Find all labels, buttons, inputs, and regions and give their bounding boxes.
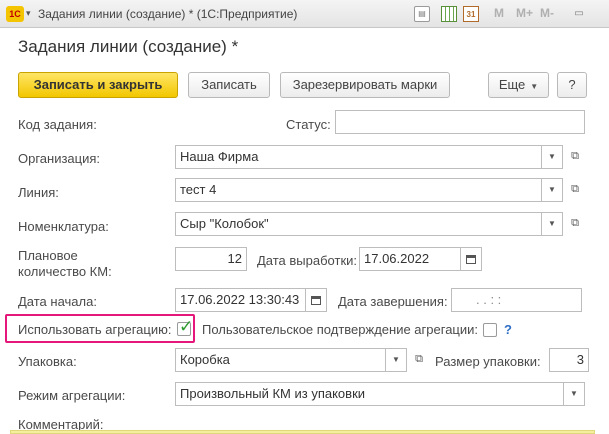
memory-plus-button[interactable]: M+ — [516, 6, 533, 20]
memory-minus-button[interactable]: M- — [540, 6, 554, 20]
user-confirm-checkbox[interactable] — [483, 323, 497, 337]
print-icon[interactable]: ▤ — [414, 6, 430, 22]
organization-dropdown-button[interactable]: ▼ — [541, 145, 563, 169]
production-date-calendar-icon[interactable] — [460, 247, 482, 271]
help-button[interactable]: ? — [557, 72, 587, 98]
memory-m-button[interactable]: M — [494, 6, 504, 20]
comment-field[interactable] — [10, 430, 595, 434]
organization-field[interactable]: Наша Фирма — [175, 145, 542, 169]
more-button-label: Еще — [498, 77, 526, 92]
window-titlebar: 1С ▾ Задания линии (создание) * (1С:Пред… — [0, 0, 609, 28]
status-label: Статус: — [286, 117, 331, 132]
use-aggregation-label: Использовать агрегацию: — [18, 322, 172, 337]
aggregation-mode-field[interactable]: Произвольный КМ из упаковки — [175, 382, 564, 406]
help-question-icon[interactable]: ? — [504, 322, 512, 337]
package-size-label: Размер упаковки: — [435, 354, 541, 369]
aggregation-mode-dropdown-button[interactable]: ▼ — [563, 382, 585, 406]
chevron-down-icon: ▼ — [530, 82, 539, 91]
line-dropdown-button[interactable]: ▼ — [541, 178, 563, 202]
planned-qty-label-line2: количество КМ: — [18, 264, 112, 279]
production-date-label: Дата выработки: — [257, 253, 358, 268]
organization-label: Организация: — [18, 151, 101, 166]
planned-qty-label-line1: Плановое — [18, 248, 78, 263]
end-date-label: Дата завершения: — [338, 294, 448, 309]
start-date-label: Дата начала: — [18, 294, 97, 309]
package-open-icon[interactable]: ⧉ — [408, 348, 430, 372]
aggregation-mode-label: Режим агрегации: — [18, 388, 126, 403]
nomenclature-open-icon[interactable]: ⧉ — [564, 212, 586, 236]
package-size-field[interactable]: 3 — [549, 348, 589, 372]
production-date-field[interactable]: 17.06.2022 — [359, 247, 462, 271]
reserve-marks-button[interactable]: Зарезервировать марки — [280, 72, 450, 98]
line-field[interactable]: тест 4 — [175, 178, 542, 202]
package-field[interactable]: Коробка — [175, 348, 386, 372]
calendar-icon[interactable]: 31 — [463, 6, 479, 22]
app-logo[interactable]: 1С — [6, 6, 24, 22]
nomenclature-label: Номенклатура: — [18, 219, 109, 234]
nomenclature-field[interactable]: Сыр "Колобок" — [175, 212, 542, 236]
nomenclature-dropdown-button[interactable]: ▼ — [541, 212, 563, 236]
save-button[interactable]: Записать — [188, 72, 270, 98]
package-label: Упаковка: — [18, 354, 77, 369]
status-field[interactable] — [335, 110, 585, 134]
spreadsheet-icon[interactable] — [441, 6, 457, 22]
line-label: Линия: — [18, 185, 59, 200]
main-menu-arrow-icon[interactable]: ▾ — [26, 8, 31, 19]
save-and-close-button[interactable]: Записать и закрыть — [18, 72, 178, 98]
window-title: Задания линии (создание) * (1С:Предприят… — [38, 7, 298, 21]
start-date-field[interactable]: 17.06.2022 13:30:43 — [175, 288, 306, 312]
package-dropdown-button[interactable]: ▼ — [385, 348, 407, 372]
window-menu-icon[interactable]: ▭ — [571, 6, 587, 22]
more-button[interactable]: Еще ▼ — [488, 72, 549, 98]
start-date-calendar-icon[interactable] — [305, 288, 327, 312]
check-icon: ✓ — [179, 317, 194, 336]
use-aggregation-checkbox[interactable]: ✓ — [177, 317, 193, 336]
organization-open-icon[interactable]: ⧉ — [564, 145, 586, 169]
user-confirm-label: Пользовательское подтверждение агрегации… — [202, 322, 479, 337]
planned-qty-field[interactable]: 12 — [175, 247, 247, 271]
page-title: Задания линии (создание) * — [18, 37, 239, 56]
line-open-icon[interactable]: ⧉ — [564, 178, 586, 202]
end-date-field[interactable]: . . : : — [451, 288, 582, 312]
task-code-label: Код задания: — [18, 117, 97, 132]
